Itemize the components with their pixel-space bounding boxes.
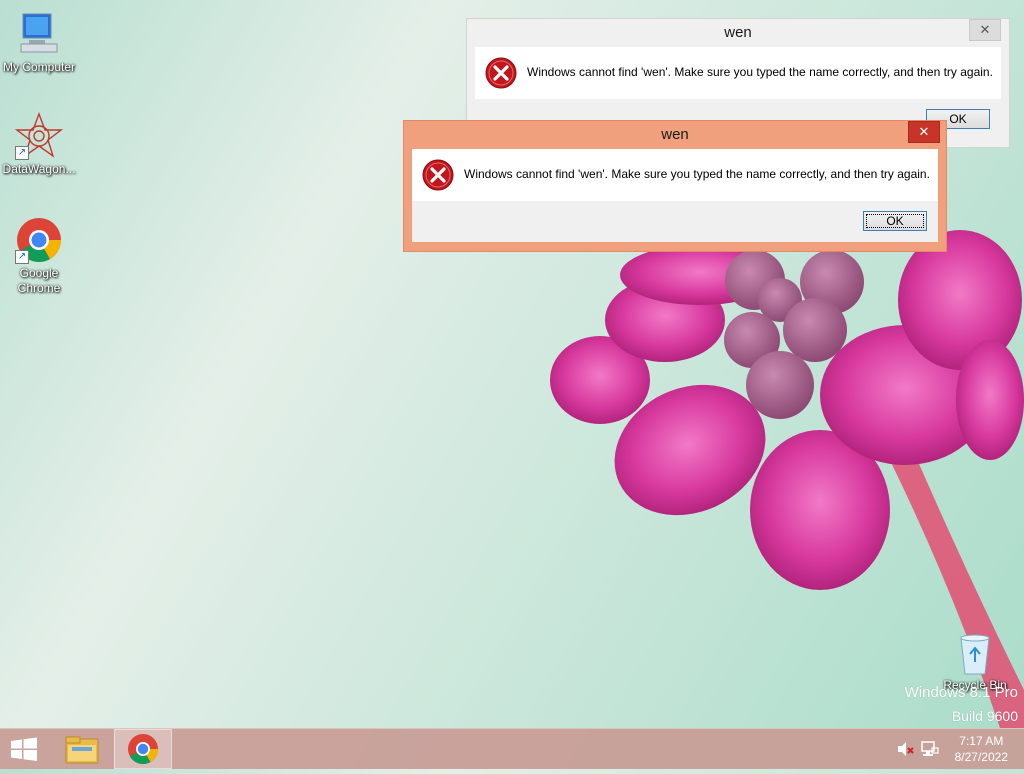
error-icon [485,57,517,89]
dialog-title: wen [661,126,689,143]
start-button[interactable] [0,729,48,769]
dialog-content: Windows cannot find 'wen'. Make sure you… [475,47,1001,99]
folder-icon [65,736,99,764]
close-button[interactable]: ✕ [969,19,1001,41]
windows-logo-icon [11,737,37,761]
desktop-icon-label: Google Chrome [17,266,61,295]
os-watermark-build: Build 9600 [951,708,1018,724]
ok-button[interactable]: OK [863,211,927,231]
error-message: Windows cannot find 'wen'. Make sure you… [464,167,930,181]
clock-time: 7:17 AM [959,734,1004,748]
dialog-footer: OK [412,201,938,242]
desktop-icon-my-computer[interactable]: My Computer [0,10,78,75]
os-watermark-edition: Windows 8.1 Pro [904,684,1018,701]
datawagon-icon: ↗ [14,112,64,160]
volume-muted-icon [898,742,914,756]
taskbar-chrome[interactable] [114,729,172,769]
dialog-titlebar[interactable]: wen ✕ [404,121,946,149]
recycle-bin-icon [957,632,993,676]
computer-icon [15,10,63,58]
desktop-icon-label: DataWagon... [2,162,76,176]
desktop-icon-datawagon[interactable]: ↗ DataWagon... [0,112,78,177]
taskbar: 7:17 AM 8/27/2022 [0,728,1024,769]
shortcut-arrow-icon: ↗ [15,250,29,264]
taskbar-file-explorer[interactable] [54,729,110,769]
ok-label: OK [886,214,904,228]
error-dialog-active: wen ✕ Windows cannot find 'wen'. Make su… [403,120,947,252]
error-message: Windows cannot find 'wen'. Make sure you… [527,65,993,79]
close-icon: ✕ [918,124,930,139]
tray-network[interactable] [920,740,940,758]
chrome-icon: ↗ [15,216,63,264]
close-icon: ✕ [979,22,991,37]
dialog-content: Windows cannot find 'wen'. Make sure you… [412,149,938,201]
shortcut-arrow-icon: ↗ [15,146,29,160]
tray-volume[interactable] [896,741,916,757]
desktop-icon-label: My Computer [2,60,76,74]
chrome-icon [128,734,158,765]
desktop-icon-chrome[interactable]: ↗ Google Chrome [0,216,78,296]
clock-date: 8/27/2022 [954,750,1008,764]
network-icon [921,741,939,756]
close-button[interactable]: ✕ [908,121,940,143]
system-clock[interactable]: 7:17 AM 8/27/2022 [955,733,1008,765]
dialog-title: wen [724,24,752,41]
error-icon [422,159,454,191]
dialog-titlebar[interactable]: wen ✕ [467,19,1009,47]
ok-label: OK [949,112,967,126]
